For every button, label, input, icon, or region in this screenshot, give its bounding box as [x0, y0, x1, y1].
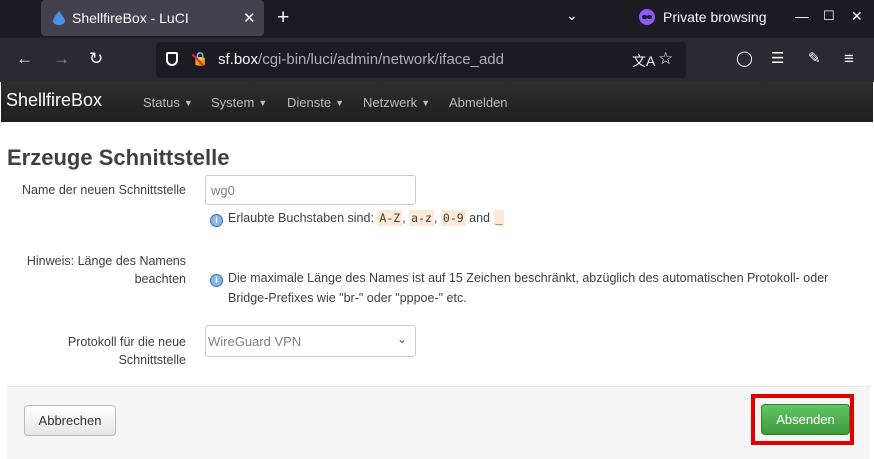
- menu-status[interactable]: Status ▼: [143, 95, 193, 110]
- allowed-chars-code: 0-9: [440, 210, 466, 226]
- insecure-lock-icon[interactable]: 🔒: [192, 51, 208, 67]
- browser-tab[interactable]: ShellfireBox - LuCI ✕: [41, 0, 264, 36]
- info-icon: i: [210, 214, 223, 227]
- name-help-text: i Erlaubte Buchstaben sind: A-Z, a-z, 0-9…: [210, 208, 505, 228]
- name-field-label: Name der neuen Schnittstelle: [22, 183, 186, 197]
- new-tab-icon[interactable]: +: [277, 6, 289, 30]
- caret-down-icon: ▼: [258, 98, 268, 108]
- info-icon: i: [210, 274, 223, 287]
- luci-favicon-icon: [53, 11, 65, 25]
- url-host: sf.box: [218, 51, 259, 68]
- caret-down-icon: ▼: [183, 98, 193, 108]
- caret-down-icon: ▼: [421, 98, 431, 108]
- url-bar[interactable]: 🔒 sf.box/cgi-bin/luci/admin/network/ifac…: [156, 42, 686, 78]
- private-mask-icon: [639, 9, 655, 25]
- form-footer: Abbrechen Absenden: [7, 386, 870, 459]
- chevron-down-icon: ⌄: [396, 332, 407, 346]
- minimize-window-icon[interactable]: —: [795, 8, 809, 24]
- url-path: /cgi-bin/luci/admin/network/iface_add: [258, 51, 504, 68]
- page-title: Erzeuge Schnittstelle: [7, 145, 230, 170]
- browser-nav-bar: ← → ↻ 🔒 sf.box/cgi-bin/luci/admin/networ…: [0, 38, 874, 82]
- menu-netzwerk[interactable]: Netzwerk ▼: [363, 95, 430, 110]
- private-browsing-indicator: Private browsing: [639, 9, 767, 25]
- app-menu-icon[interactable]: ≡: [844, 49, 854, 69]
- close-window-icon[interactable]: ✕: [851, 8, 863, 25]
- forward-icon[interactable]: →: [53, 49, 70, 69]
- list-all-tabs-icon[interactable]: ⌄: [566, 7, 578, 24]
- hint-text: i Die maximale Länge des Names ist auf 15…: [210, 268, 828, 308]
- tracking-protection-shield-icon[interactable]: [166, 52, 178, 66]
- name-help-and: and: [469, 211, 491, 225]
- menu-system[interactable]: System ▼: [211, 95, 267, 110]
- tab-title: ShellfireBox - LuCI: [72, 10, 189, 26]
- browser-tab-bar: ShellfireBox - LuCI ✕ + ⌄ Private browsi…: [0, 0, 874, 38]
- protocol-selected-value: WireGuard VPN: [208, 334, 302, 349]
- bookmark-star-icon[interactable]: ☆: [658, 49, 673, 69]
- allowed-chars-code: _: [493, 210, 505, 226]
- private-browsing-label: Private browsing: [663, 9, 767, 25]
- hint-text-line: Bridge-Prefixes wie "br-" oder "pppoe-" …: [228, 291, 467, 305]
- protocol-label-line: Protokoll für die neue: [67, 335, 186, 349]
- hint-label-line: beachten: [134, 272, 186, 286]
- hint-text-line: Die maximale Länge des Names ist auf 15 …: [228, 271, 829, 285]
- protocol-label-line: Schnittstelle: [118, 353, 186, 367]
- protocol-label: Protokoll für die neue Schnittstelle: [10, 333, 186, 369]
- menu-dienste-label: Dienste: [287, 95, 332, 110]
- menu-abmelden[interactable]: Abmelden: [449, 95, 508, 110]
- interface-name-input[interactable]: [205, 175, 416, 205]
- translate-icon[interactable]: 文A: [632, 51, 655, 71]
- url-text[interactable]: sf.box/cgi-bin/luci/admin/network/iface_…: [218, 51, 504, 68]
- menu-status-label: Status: [143, 95, 180, 110]
- reload-icon[interactable]: ↻: [89, 49, 103, 69]
- tab-close-icon[interactable]: ✕: [243, 9, 256, 27]
- pocket-icon[interactable]: ◯: [736, 49, 753, 69]
- allowed-chars-code: a-z: [409, 210, 434, 226]
- extensions-icon[interactable]: ✎: [808, 49, 821, 69]
- back-icon[interactable]: ←: [16, 49, 33, 69]
- menu-netzwerk-label: Netzwerk: [363, 95, 418, 110]
- maximize-window-icon[interactable]: ☐: [823, 8, 835, 24]
- menu-system-label: System: [211, 95, 255, 110]
- name-help-prefix: Erlaubte Buchstaben sind:: [228, 211, 374, 225]
- allowed-chars-code: A-Z: [377, 210, 403, 226]
- cancel-button[interactable]: Abbrechen: [24, 405, 116, 436]
- brand-logo[interactable]: ShellfireBox: [6, 90, 102, 111]
- library-icon[interactable]: ☰: [771, 49, 784, 69]
- caret-down-icon: ▼: [335, 98, 344, 108]
- hint-label: Hinweis: Länge des Namens beachten: [10, 252, 186, 288]
- hint-label-line: Hinweis: Länge des Namens: [26, 254, 186, 268]
- menu-dienste[interactable]: Dienste ▼: [287, 95, 344, 110]
- luci-header: ShellfireBox Status ▼ System ▼ Dienste ▼ Ne…: [1, 82, 873, 122]
- protocol-select[interactable]: WireGuard VPN ⌄: [205, 325, 416, 357]
- submit-button[interactable]: Absenden: [761, 404, 850, 435]
